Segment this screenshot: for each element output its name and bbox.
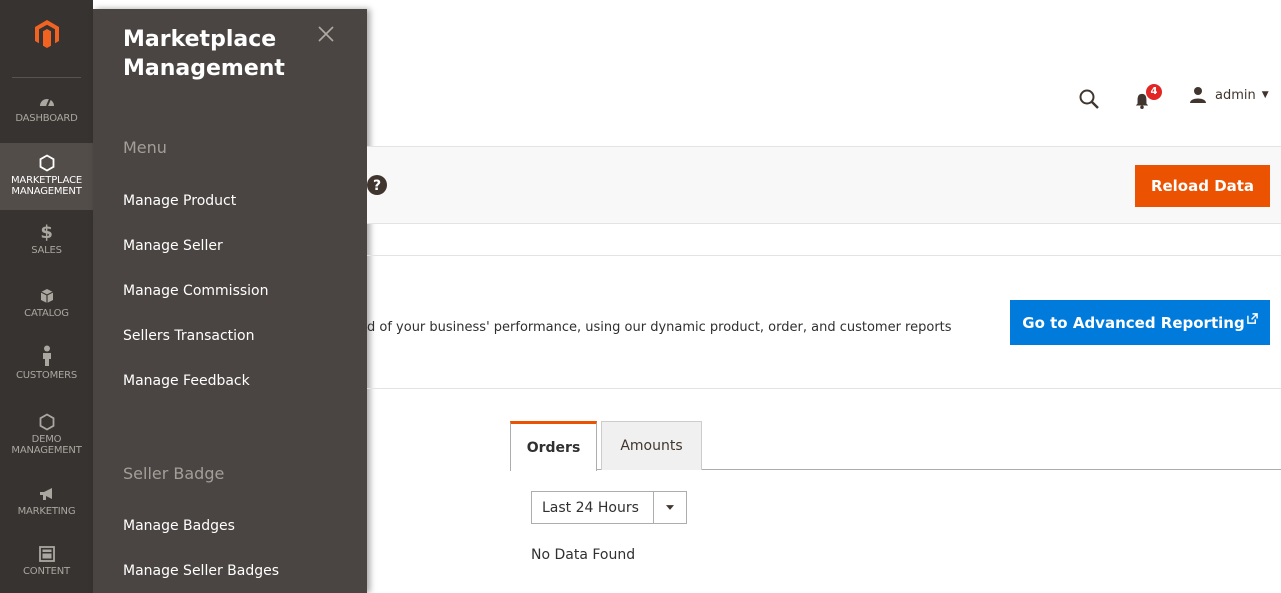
no-data-message: No Data Found xyxy=(531,547,636,563)
search-icon[interactable] xyxy=(1078,88,1100,110)
nav-label: CATALOG xyxy=(24,308,69,319)
tab-amounts[interactable]: Amounts xyxy=(601,421,702,470)
magento-logo[interactable] xyxy=(12,0,81,78)
megaphone-icon xyxy=(39,488,52,500)
admin-user-menu[interactable]: admin ▼ xyxy=(1189,86,1269,104)
panel-section-seller-badge: Seller Badge xyxy=(123,464,225,483)
menu-link-manage-commission[interactable]: Manage Commission xyxy=(123,283,268,299)
chevron-down-icon: ▼ xyxy=(1261,90,1269,100)
page-actions-bar: ? Reload Data xyxy=(367,146,1281,224)
hexagon-icon xyxy=(39,413,54,431)
nav-label: DEMO MANAGEMENT xyxy=(11,434,82,456)
nav-item-marketing[interactable]: MARKETING xyxy=(0,485,93,525)
admin-sidebar: DASHBOARD MARKETPLACE MANAGEMENT $ SALES… xyxy=(0,0,93,593)
external-link-icon xyxy=(1246,313,1258,324)
notification-count-badge: 4 xyxy=(1146,84,1162,100)
reload-data-button[interactable]: Reload Data xyxy=(1135,165,1270,207)
menu-link-manage-seller-badges[interactable]: Manage Seller Badges xyxy=(123,563,279,579)
menu-link-manage-seller[interactable]: Manage Seller xyxy=(123,238,223,254)
marketplace-submenu-panel: Marketplace Management Menu Manage Produ… xyxy=(93,9,367,593)
nav-item-dashboard[interactable]: DASHBOARD xyxy=(0,92,93,132)
nav-label: DASHBOARD xyxy=(15,113,78,124)
nav-label: MARKETING xyxy=(17,506,76,517)
nav-item-marketplace-management[interactable]: MARKETPLACE MANAGEMENT xyxy=(0,143,93,210)
help-icon[interactable]: ? xyxy=(367,175,387,195)
svg-text:?: ? xyxy=(373,178,381,194)
notifications-button[interactable]: 4 xyxy=(1134,84,1164,112)
advanced-reporting-description: d of your business' performance, using o… xyxy=(367,320,952,335)
menu-link-sellers-transaction[interactable]: Sellers Transaction xyxy=(123,328,254,344)
nav-item-customers[interactable]: CUSTOMERS xyxy=(0,345,93,387)
admin-username: admin xyxy=(1215,87,1256,103)
period-select-value: Last 24 Hours xyxy=(542,499,639,516)
divider xyxy=(367,255,1281,256)
user-icon xyxy=(1190,87,1206,103)
dollar-icon: $ xyxy=(40,222,53,243)
nav-label: CUSTOMERS xyxy=(15,370,78,381)
layout-icon xyxy=(38,546,55,562)
chevron-down-icon xyxy=(653,492,686,523)
divider xyxy=(367,388,1281,389)
period-select[interactable]: Last 24 Hours xyxy=(531,491,687,524)
menu-link-manage-badges[interactable]: Manage Badges xyxy=(123,518,235,534)
panel-section-menu: Menu xyxy=(123,138,167,157)
nav-label: SALES xyxy=(31,245,62,256)
close-icon[interactable] xyxy=(315,23,337,45)
menu-link-manage-product[interactable]: Manage Product xyxy=(123,193,236,209)
tab-orders[interactable]: Orders xyxy=(510,421,597,471)
nav-item-content[interactable]: CONTENT xyxy=(0,545,93,585)
advanced-reporting-label: Go to Advanced Reporting xyxy=(1022,313,1245,332)
person-icon xyxy=(42,345,51,366)
nav-item-catalog[interactable]: CATALOG xyxy=(0,287,93,327)
advanced-reporting-button[interactable]: Go to Advanced Reporting xyxy=(1010,300,1270,345)
menu-link-manage-feedback[interactable]: Manage Feedback xyxy=(123,373,250,389)
nav-item-demo-management[interactable]: DEMO MANAGEMENT xyxy=(0,413,93,465)
dashboard-icon xyxy=(39,98,54,107)
box-icon xyxy=(40,289,53,303)
nav-item-sales[interactable]: $ SALES xyxy=(0,224,93,264)
nav-label: MARKETPLACE MANAGEMENT xyxy=(11,175,82,197)
panel-title: Marketplace Management xyxy=(123,27,285,81)
hexagon-icon xyxy=(39,154,54,172)
nav-label: CONTENT xyxy=(23,566,70,577)
magento-logo-icon xyxy=(34,20,59,48)
